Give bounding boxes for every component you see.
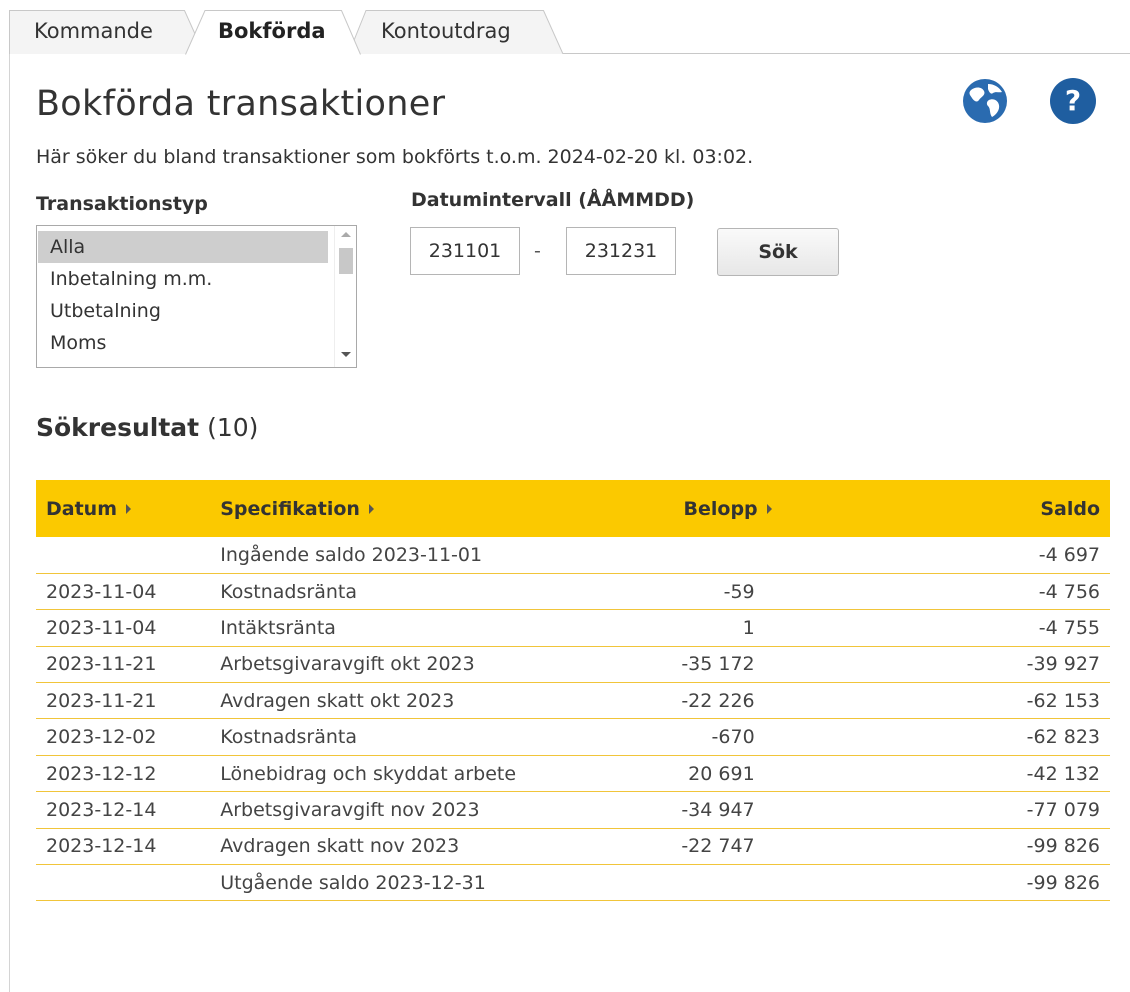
table-row: 2023-12-02 Kostnadsränta -670 -62 823 (36, 718, 1110, 756)
date-from-input[interactable] (410, 227, 520, 275)
cell-specifikation: Kostnadsränta (210, 573, 672, 611)
listbox-scrollbar[interactable] (334, 226, 356, 367)
tab-label: Kontoutdrag (381, 19, 511, 43)
cell-specifikation: Kostnadsränta (210, 718, 672, 756)
table-row: 2023-12-14 Avdragen skatt nov 2023 -22 747… (36, 828, 1110, 866)
table-row: 2023-12-14 Arbetsgivaravgift nov 2023 -34 … (36, 791, 1110, 829)
column-header-saldo: Saldo (1016, 480, 1110, 537)
cell-specifikation: Avdragen skatt nov 2023 (210, 828, 672, 866)
results-title: Sökresultat (36, 413, 200, 442)
sort-arrow-icon (126, 504, 131, 514)
cell-belopp: 1 (671, 609, 1017, 647)
cell-belopp: -670 (671, 718, 1017, 756)
cell-saldo: -4 756 (1016, 573, 1110, 611)
cell-saldo: -77 079 (1016, 791, 1110, 829)
tab-bokforda[interactable]: Bokförda (185, 10, 361, 55)
table-row: 2023-11-21 Arbetsgivaravgift okt 2023 -35 … (36, 646, 1110, 684)
cell-saldo: -99 826 (1016, 828, 1110, 866)
cell-belopp: -22 747 (671, 828, 1017, 866)
cell-specifikation: Arbetsgivaravgift nov 2023 (210, 791, 672, 829)
cell-belopp: -59 (671, 573, 1017, 611)
cell-specifikation: Intäktsränta (210, 609, 672, 647)
table-row: 2023-11-21 Avdragen skatt okt 2023 -22 226… (36, 682, 1110, 720)
cell-datum: 2023-11-21 (36, 646, 211, 684)
sort-datum-link[interactable]: Datum (46, 498, 117, 520)
cell-specifikation: Lönebidrag och skyddat arbete (210, 755, 672, 793)
cell-datum (36, 537, 211, 574)
search-button[interactable]: Sök (717, 228, 839, 276)
tab-label: Bokförda (218, 19, 326, 43)
cell-saldo: -39 927 (1016, 646, 1110, 684)
results-heading: Sökresultat (10) (36, 413, 258, 442)
sort-arrow-icon (368, 504, 374, 514)
column-header-belopp[interactable]: Belopp (671, 480, 1017, 537)
date-separator: - (534, 240, 541, 262)
content-border (9, 54, 10, 992)
cell-specifikation: Arbetsgivaravgift okt 2023 (210, 646, 672, 684)
cell-saldo: -42 132 (1016, 755, 1110, 793)
cell-specifikation: Ingående saldo 2023-11-01 (210, 537, 672, 574)
cell-datum: 2023-11-21 (36, 682, 211, 720)
scrollbar-thumb[interactable] (339, 248, 353, 274)
cell-datum: 2023-11-04 (36, 609, 211, 647)
cell-belopp: -34 947 (671, 791, 1017, 829)
cell-datum: 2023-11-04 (36, 573, 211, 611)
cell-saldo: -62 823 (1016, 718, 1110, 756)
scroll-down-arrow-icon[interactable] (341, 352, 351, 357)
table-row: 2023-12-12 Lönebidrag och skyddat arbete 2… (36, 755, 1110, 793)
column-header-specifikation[interactable]: Specifikation (210, 480, 672, 537)
transaction-type-listbox[interactable]: Alla Inbetalning m.m. Utbetalning Moms (36, 225, 357, 368)
cell-belopp (671, 864, 1017, 902)
cell-datum: 2023-12-14 (36, 791, 211, 829)
date-range-label: Datumintervall (ÅÅMMDD) (411, 189, 695, 211)
cell-saldo: -99 826 (1016, 864, 1110, 902)
listbox-option-alla[interactable]: Alla (38, 231, 328, 263)
cell-datum: 2023-12-12 (36, 755, 211, 793)
cell-saldo: -62 153 (1016, 682, 1110, 720)
transaction-type-label: Transaktionstyp (36, 193, 208, 215)
page-subtitle: Här söker du bland transaktioner som bok… (36, 146, 754, 168)
help-icon[interactable]: ? (1050, 78, 1096, 124)
cell-saldo: -4 697 (1016, 537, 1110, 574)
table-header-row: Datum Specifikation Belopp Saldo (36, 480, 1110, 537)
tab-bar: Kommande Kontoutdrag Bokförda (0, 0, 1130, 55)
listbox-option-inbetalning[interactable]: Inbetalning m.m. (38, 263, 328, 295)
cell-belopp (671, 537, 1017, 574)
cell-belopp: -35 172 (671, 646, 1017, 684)
page-title: Bokförda transaktioner (36, 84, 446, 124)
listbox-option-utbetalning[interactable]: Utbetalning (38, 295, 328, 327)
cell-saldo: -4 755 (1016, 609, 1110, 647)
tab-kontoutdrag[interactable]: Kontoutdrag (348, 10, 564, 54)
cell-belopp: 20 691 (671, 755, 1017, 793)
date-to-input[interactable] (566, 227, 676, 275)
sort-specifikation-link[interactable]: Specifikation (220, 498, 360, 520)
table-row: 2023-11-04 Kostnadsränta -59 -4 756 (36, 573, 1110, 611)
cell-datum: 2023-12-02 (36, 718, 211, 756)
table-row: 2023-11-04 Intäktsränta 1 -4 755 (36, 609, 1110, 647)
globe-icon[interactable] (962, 78, 1008, 124)
listbox-option-moms[interactable]: Moms (38, 327, 328, 359)
cell-datum (36, 864, 211, 902)
scroll-up-arrow-icon[interactable] (341, 232, 351, 237)
sort-arrow-icon (766, 504, 772, 514)
cell-specifikation: Utgående saldo 2023-12-31 (210, 864, 672, 902)
table-row: Ingående saldo 2023-11-01 -4 697 (36, 537, 1110, 574)
results-table: Datum Specifikation Belopp Saldo Ingåend… (36, 480, 1110, 902)
column-header-datum[interactable]: Datum (36, 480, 211, 537)
cell-specifikation: Avdragen skatt okt 2023 (210, 682, 672, 720)
cell-belopp: -22 226 (671, 682, 1017, 720)
tab-label: Kommande (34, 19, 153, 43)
sort-belopp-link[interactable]: Belopp (684, 498, 758, 520)
results-count: (10) (207, 413, 259, 442)
globe-icon-graphic (963, 79, 1007, 123)
table-row: Utgående saldo 2023-12-31 -99 826 (36, 864, 1110, 902)
tab-kommande[interactable]: Kommande (9, 10, 205, 54)
cell-datum: 2023-12-14 (36, 828, 211, 866)
